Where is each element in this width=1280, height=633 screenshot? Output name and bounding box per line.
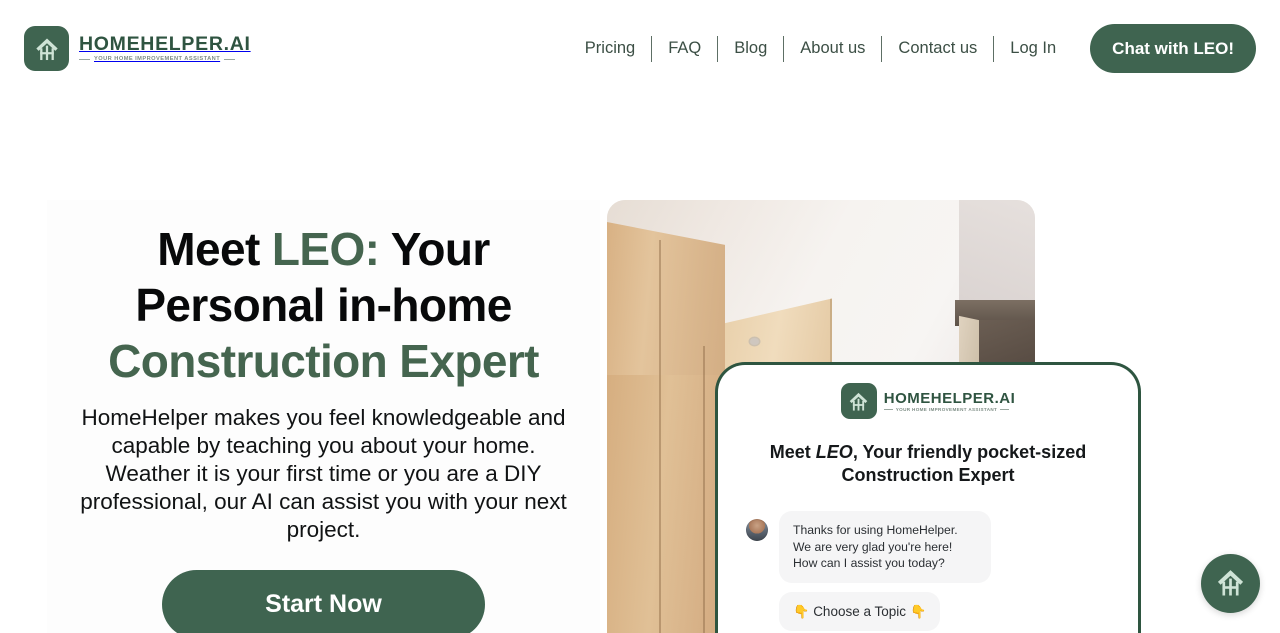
chat-message-row: Thanks for using HomeHelper. We are very… xyxy=(746,511,1110,583)
brand-text: HOMEHELPER.AI YOUR HOME IMPROVEMENT ASSI… xyxy=(79,32,251,62)
brand-name: HOMEHELPER.AI xyxy=(79,32,251,55)
pointing-down-hand-icon-right: 👇 xyxy=(910,603,927,619)
photo-cabinet-seam xyxy=(703,346,705,633)
choose-a-topic-label: Choose a Topic xyxy=(813,603,906,619)
phone-brand-tagline-row: YOUR HOME IMPROVEMENT ASSISTANT xyxy=(883,406,1016,412)
phone-brand-tagline: YOUR HOME IMPROVEMENT ASSISTANT xyxy=(895,406,998,412)
start-now-button[interactable]: Start Now xyxy=(162,570,485,633)
hero-subtitle: HomeHelper makes you feel knowledgeable … xyxy=(80,405,567,542)
phone-headline-part-1: Meet xyxy=(769,442,816,462)
nav-item-pricing[interactable]: Pricing xyxy=(569,39,651,58)
brand-tagline-row: YOUR HOME IMPROVEMENT ASSISTANT xyxy=(79,56,251,62)
chat-transcript: Thanks for using HomeHelper. We are very… xyxy=(718,511,1138,631)
phone-headline: Meet LEO, Your friendly pocket-sized Con… xyxy=(718,441,1138,487)
photo-tall-cabinet-lower xyxy=(607,375,725,633)
title-accent-expert: Construction Expert xyxy=(108,335,539,387)
hero-cta-wrap: Start Now xyxy=(60,570,587,633)
title-accent-leo: LEO: xyxy=(271,223,380,275)
nav-item-faq[interactable]: FAQ xyxy=(652,39,717,58)
phone-brand-text: HOMEHELPER.AI YOUR HOME IMPROVEMENT ASSI… xyxy=(883,389,1016,412)
brand-tagline: YOUR HOME IMPROVEMENT ASSISTANT xyxy=(94,56,221,63)
rule-left xyxy=(79,58,90,60)
house-h-logo-icon xyxy=(1214,566,1247,602)
site-header: HOMEHELPER.AI YOUR HOME IMPROVEMENT ASSI… xyxy=(0,0,1280,97)
house-h-logo-icon xyxy=(840,383,877,419)
chat-bubble-assistant: Thanks for using HomeHelper. We are very… xyxy=(779,511,991,583)
hero-text-panel: Meet LEO: Your Personal in-home Construc… xyxy=(47,200,600,633)
chat-with-leo-button[interactable]: Chat with LEO! xyxy=(1090,24,1256,73)
rule-right xyxy=(1000,408,1010,410)
hero-inner: Meet LEO: Your Personal in-home Construc… xyxy=(47,200,600,633)
phone-headline-leo: LEO xyxy=(815,442,853,462)
photo-cabinet-seam xyxy=(659,240,661,633)
chat-widget-launcher-button[interactable] xyxy=(1201,554,1260,613)
phone-brand-logo: HOMEHELPER.AI YOUR HOME IMPROVEMENT ASSI… xyxy=(718,383,1138,419)
nav-item-contact-us[interactable]: Contact us xyxy=(882,39,993,58)
phone-brand-name: HOMEHELPER.AI xyxy=(883,389,1016,407)
photo-downlight xyxy=(750,338,759,345)
nav-item-log-in[interactable]: Log In xyxy=(994,39,1072,58)
rule-right xyxy=(224,58,236,60)
leo-avatar xyxy=(746,519,768,541)
phone-headline-part-2: , Your friendly pocket-sized Constructio… xyxy=(841,442,1087,485)
phone-mockup: HOMEHELPER.AI YOUR HOME IMPROVEMENT ASSI… xyxy=(715,362,1141,633)
nav-item-about-us[interactable]: About us xyxy=(784,39,881,58)
title-part-1: Meet xyxy=(157,223,272,275)
choose-a-topic-button[interactable]: 👇 Choose a Topic 👇 xyxy=(779,591,941,631)
main-nav: Pricing FAQ Blog About us Contact us Log… xyxy=(569,0,1280,97)
nav-item-blog[interactable]: Blog xyxy=(718,39,783,58)
pointing-down-hand-icon-left: 👇 xyxy=(793,603,810,619)
rule-left xyxy=(883,408,893,410)
brand-logo[interactable]: HOMEHELPER.AI YOUR HOME IMPROVEMENT ASSI… xyxy=(24,26,251,71)
landing-page: HOMEHELPER.AI YOUR HOME IMPROVEMENT ASSI… xyxy=(0,0,1280,633)
house-h-logo-icon xyxy=(24,26,69,71)
page-title: Meet LEO: Your Personal in-home Construc… xyxy=(60,221,587,389)
